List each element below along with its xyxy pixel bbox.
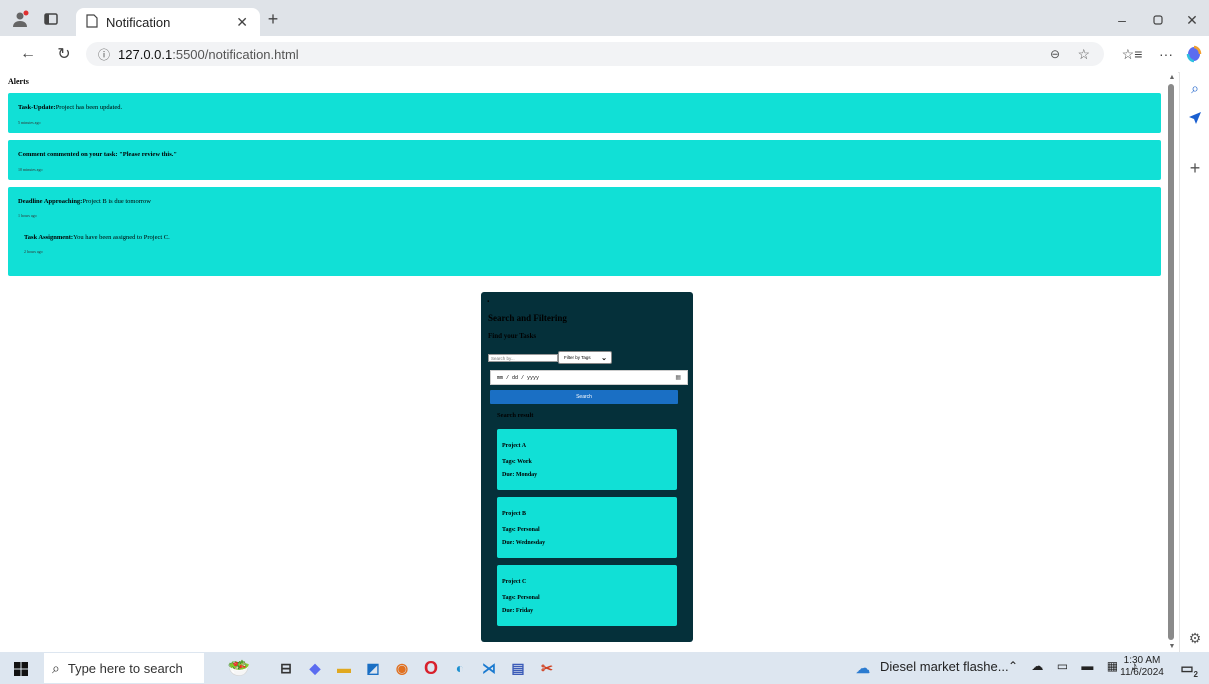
scroll-up-icon[interactable]: ▲ (1166, 72, 1178, 82)
stray-dot: . (487, 294, 490, 305)
url-host: 127.0.0.1 (118, 46, 173, 62)
send-icon[interactable] (1185, 108, 1205, 128)
add-icon[interactable]: + (1185, 158, 1205, 178)
tag-filter-label: Filter by Tags (564, 355, 591, 360)
workspaces-icon[interactable] (42, 10, 60, 28)
settings-gear-icon[interactable]: ⚙ (1185, 628, 1205, 648)
project-tags: Tags: Personal (502, 595, 540, 601)
alert-card: Comment commented on your task: "Please … (8, 140, 1161, 180)
search-icon: ⌕ (52, 659, 60, 676)
taskbar-search[interactable]: ⌕ Type here to search (44, 653, 204, 683)
alert-type: Deadline Approaching: (18, 198, 83, 205)
search-filter-panel: . Search and Filtering Find your Tasks F… (481, 292, 693, 642)
windows-start-icon[interactable] (12, 660, 30, 678)
notification-count: 2 (1193, 670, 1198, 679)
weather-news-icon[interactable]: ☁ (852, 657, 874, 679)
alert-text: Task Assignment:You have been assigned t… (24, 234, 170, 241)
url-bar[interactable]: ⓘ 127.0.0.1:5500/notification.html ⊖ ☆ (86, 42, 1104, 66)
page-content: Alerts Task-Update:Project has been upda… (0, 72, 1166, 652)
site-info-icon[interactable]: ⓘ (98, 46, 110, 63)
alert-card: Deadline Approaching:Project B is due to… (8, 187, 1161, 276)
opera-icon[interactable]: O (420, 657, 442, 679)
date-placeholder: mm / dd / yyyy (497, 374, 540, 381)
search-icon[interactable]: ⌕ (1185, 78, 1205, 98)
alert-message: You have been assigned to Project C. (73, 234, 170, 241)
tag-filter-select[interactable]: Filter by Tags ⌄ (558, 351, 612, 364)
store-icon[interactable]: ◩ (362, 657, 384, 679)
calendar-icon[interactable]: ▦ (675, 374, 681, 381)
vscode-icon[interactable]: ⋊ (478, 657, 500, 679)
page-icon (86, 13, 98, 31)
date-input[interactable]: mm / dd / yyyy ▦ (490, 370, 688, 385)
clock-date: 11/6/2024 (1120, 667, 1164, 678)
alert-text: Comment commented on your task: "Please … (18, 151, 177, 158)
project-due: Due: Friday (502, 608, 534, 614)
file-explorer-icon[interactable]: ▬ (333, 657, 355, 679)
alert-message: Project B is due tomorrow (82, 198, 151, 205)
taskbar-news-text[interactable]: Diesel market flashe... (880, 659, 1009, 674)
alert-time: 2 hours ago (24, 249, 43, 254)
notifications-icon[interactable]: ▭ 2 (1176, 657, 1198, 680)
task-view-icon[interactable]: ⊟ (275, 657, 297, 679)
project-card[interactable]: Project C Tags: Personal Due: Friday (497, 565, 677, 626)
project-tags: Tags: Work (502, 459, 532, 465)
news-widget-icon[interactable]: 🥗 (214, 657, 264, 679)
copilot-taskbar-icon[interactable]: ◆ (304, 657, 326, 679)
alert-type: Task-Update: (18, 104, 56, 111)
favorite-star-icon[interactable]: ☆ (1077, 46, 1090, 63)
browser-tab-bar: Notification ✕ + – ✕ (0, 0, 1209, 36)
alert-time: 10 minutes ago (18, 167, 43, 172)
refresh-icon[interactable]: ↻ (54, 44, 74, 64)
alert-time: 1 hours ago (18, 213, 37, 218)
project-name: Project C (502, 579, 527, 585)
clock-time: 1:30 AM (1123, 655, 1161, 666)
more-menu-icon[interactable]: ··· (1156, 44, 1176, 64)
scroll-down-icon[interactable]: ▼ (1166, 641, 1178, 651)
alert-type: Comment commented on your task: "Please … (18, 151, 177, 158)
search-title: Search and Filtering (488, 313, 567, 323)
tab-notification[interactable]: Notification ✕ (76, 8, 260, 36)
tab-title: Notification (106, 14, 171, 30)
close-tab-icon[interactable]: ✕ (236, 14, 248, 31)
alert-text: Deadline Approaching:Project B is due to… (18, 198, 151, 205)
alert-message: Project has been updated. (55, 104, 123, 111)
zoom-icon[interactable]: ⊖ (1050, 47, 1060, 61)
copilot-icon[interactable] (1183, 43, 1205, 65)
alert-type: Task Assignment: (24, 234, 74, 241)
close-window-icon[interactable]: ✕ (1182, 10, 1202, 30)
search-input[interactable] (488, 354, 558, 362)
project-tags: Tags: Personal (502, 527, 540, 533)
search-results-title: Search result (497, 412, 534, 419)
search-subtitle: Find your Tasks (488, 332, 537, 340)
chrome-icon[interactable]: ◉ (391, 657, 413, 679)
alerts-title: Alerts (8, 77, 29, 86)
edge-sidebar: ⌕ + ⚙ (1179, 72, 1209, 652)
profile-icon[interactable] (10, 9, 30, 29)
project-card[interactable]: Project B Tags: Personal Due: Wednesday (497, 497, 677, 558)
project-name: Project B (502, 511, 527, 517)
alert-card: Task-Update:Project has been updated. 5 … (8, 93, 1161, 133)
new-tab-icon[interactable]: + (264, 9, 282, 29)
chevron-down-icon: ⌄ (601, 354, 607, 362)
taskbar-search-placeholder: Type here to search (67, 660, 183, 676)
project-due: Due: Monday (502, 472, 538, 478)
taskbar-clock[interactable]: 1:30 AM 11/6/2024 (1120, 655, 1164, 679)
scrollbar-thumb[interactable] (1168, 84, 1174, 640)
back-arrow-icon[interactable]: ← (18, 44, 38, 64)
notepad-icon[interactable]: ▤ (507, 657, 529, 679)
project-name: Project A (502, 443, 527, 449)
alert-time: 5 minutes ago (18, 120, 41, 125)
favorites-icon[interactable]: ☆≡ (1122, 44, 1143, 64)
restore-icon[interactable] (1148, 10, 1168, 30)
snipping-tool-icon[interactable]: ✂ (536, 657, 558, 679)
alert-text: Task-Update:Project has been updated. (18, 104, 122, 111)
url-path: :5500/notification.html (172, 46, 299, 62)
project-card[interactable]: Project A Tags: Work Due: Monday (497, 429, 677, 490)
minimize-icon[interactable]: – (1112, 10, 1132, 30)
project-due: Due: Wednesday (502, 540, 546, 546)
edge-icon[interactable]: ◐ (449, 657, 471, 679)
search-button[interactable]: Search (490, 390, 678, 404)
